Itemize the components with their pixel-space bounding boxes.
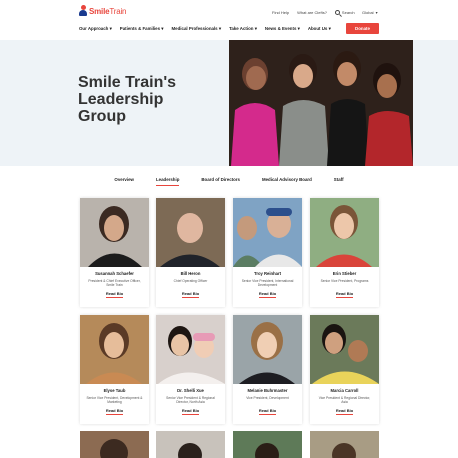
leader-photo <box>233 198 302 267</box>
find-help-link[interactable]: Find Help <box>272 10 289 15</box>
leader-name: Melanie Buhrmaster <box>247 388 288 393</box>
leader-role: Vice President & Regional Director, Asia <box>318 396 371 405</box>
leader-card[interactable]: Susannah Schaefer President & Chief Exec… <box>80 198 149 307</box>
leader-card-partial[interactable] <box>80 431 149 458</box>
leader-card[interactable]: Melanie Buhrmaster Vice President, Devel… <box>233 315 302 424</box>
read-bio-link[interactable]: Read Bio <box>156 408 225 415</box>
leader-card[interactable]: Troy Reinhart Senior Vice President, Int… <box>233 198 302 307</box>
leader-card[interactable]: Marcia Carroll Vice President & Regional… <box>310 315 379 424</box>
leader-role: Senior Vice President, Development & Mar… <box>86 396 143 405</box>
read-bio-link[interactable]: Read Bio <box>310 291 379 298</box>
leader-card-partial[interactable] <box>156 431 225 458</box>
search-button[interactable]: Search <box>334 10 355 15</box>
read-bio-link[interactable]: Read Bio <box>156 291 225 298</box>
global-selector[interactable]: Global ▾ <box>362 10 378 15</box>
nav-about-us[interactable]: About Us ▾ <box>308 26 331 32</box>
read-bio-link[interactable]: Read Bio <box>233 291 302 298</box>
leadership-group-photo <box>229 40 413 166</box>
leader-name: Elyse Taub <box>103 388 126 393</box>
smile-train-logo[interactable]: SmileTrain <box>79 5 126 17</box>
chevron-down-icon: ▾ <box>375 10 378 15</box>
tab-leadership[interactable]: Leadership <box>145 177 190 186</box>
search-icon <box>334 10 340 15</box>
nav-our-approach[interactable]: Our Approach ▾ <box>79 26 112 32</box>
leader-role: Chief Operating Officer <box>173 279 208 283</box>
leader-photo <box>310 198 379 267</box>
utility-bar: Find Help What are Clefts? Search <box>272 10 355 15</box>
leader-card[interactable]: Bill Heron Chief Operating Officer Read … <box>156 198 225 307</box>
nav-medical-professionals[interactable]: Medical Professionals ▾ <box>172 26 222 32</box>
smile-train-logo-icon <box>79 5 87 17</box>
leader-name: Troy Reinhart <box>254 271 281 276</box>
read-bio-link[interactable]: Read Bio <box>233 408 302 415</box>
leader-card-partial[interactable] <box>310 431 379 458</box>
leader-name: Dr. Shelli Xue <box>177 388 204 393</box>
leader-role: Vice President, Development <box>246 396 289 400</box>
leader-role: Senior Vice President, Programs <box>320 279 369 283</box>
section-tabs: Overview Leadership Board of Directors M… <box>0 177 458 186</box>
search-label: Search <box>341 10 355 15</box>
leader-role: Senior Vice President & Regional Directo… <box>166 396 215 405</box>
leader-name: Erin Stieber <box>332 271 357 276</box>
read-bio-link[interactable]: Read Bio <box>80 291 149 298</box>
logo-text: SmileTrain <box>89 6 127 16</box>
leader-photo <box>156 198 225 267</box>
leader-name: Bill Heron <box>180 271 201 276</box>
main-nav: Our Approach ▾ Patients & Families ▾ Med… <box>79 26 331 32</box>
leader-photo <box>310 315 379 384</box>
leader-card[interactable]: Erin Stieber Senior Vice President, Prog… <box>310 198 379 307</box>
leader-card[interactable]: Dr. Shelli Xue Senior Vice President & R… <box>156 315 225 424</box>
tab-staff[interactable]: Staff <box>323 177 355 182</box>
leader-card[interactable]: Elyse Taub Senior Vice President, Develo… <box>80 315 149 424</box>
tab-medical-advisory-board[interactable]: Medical Advisory Board <box>251 177 323 182</box>
global-label: Global <box>362 10 374 15</box>
donate-button[interactable]: Donate <box>346 23 379 34</box>
tab-overview[interactable]: Overview <box>103 177 145 182</box>
leader-name: Susannah Schaefer <box>95 271 134 276</box>
leader-role: President & Chief Executive Officer, Smi… <box>88 279 141 288</box>
what-are-clefts-link[interactable]: What are Clefts? <box>297 10 327 15</box>
nav-take-action[interactable]: Take Action ▾ <box>229 26 257 32</box>
read-bio-link[interactable]: Read Bio <box>310 408 379 415</box>
leader-photo <box>156 315 225 384</box>
tab-board-of-directors[interactable]: Board of Directors <box>190 177 251 182</box>
page-title: Smile Train's Leadership Group <box>78 74 177 125</box>
leader-photo <box>80 315 149 384</box>
leader-card-partial[interactable] <box>233 431 302 458</box>
leader-name: Marcia Carroll <box>330 388 359 393</box>
leader-photo <box>233 315 302 384</box>
leader-photo <box>80 198 149 267</box>
read-bio-link[interactable]: Read Bio <box>80 408 149 415</box>
nav-patients-families[interactable]: Patients & Families ▾ <box>120 26 164 32</box>
leader-role: Senior Vice President, International Dev… <box>241 279 294 288</box>
nav-news-events[interactable]: News & Events ▾ <box>265 26 300 32</box>
